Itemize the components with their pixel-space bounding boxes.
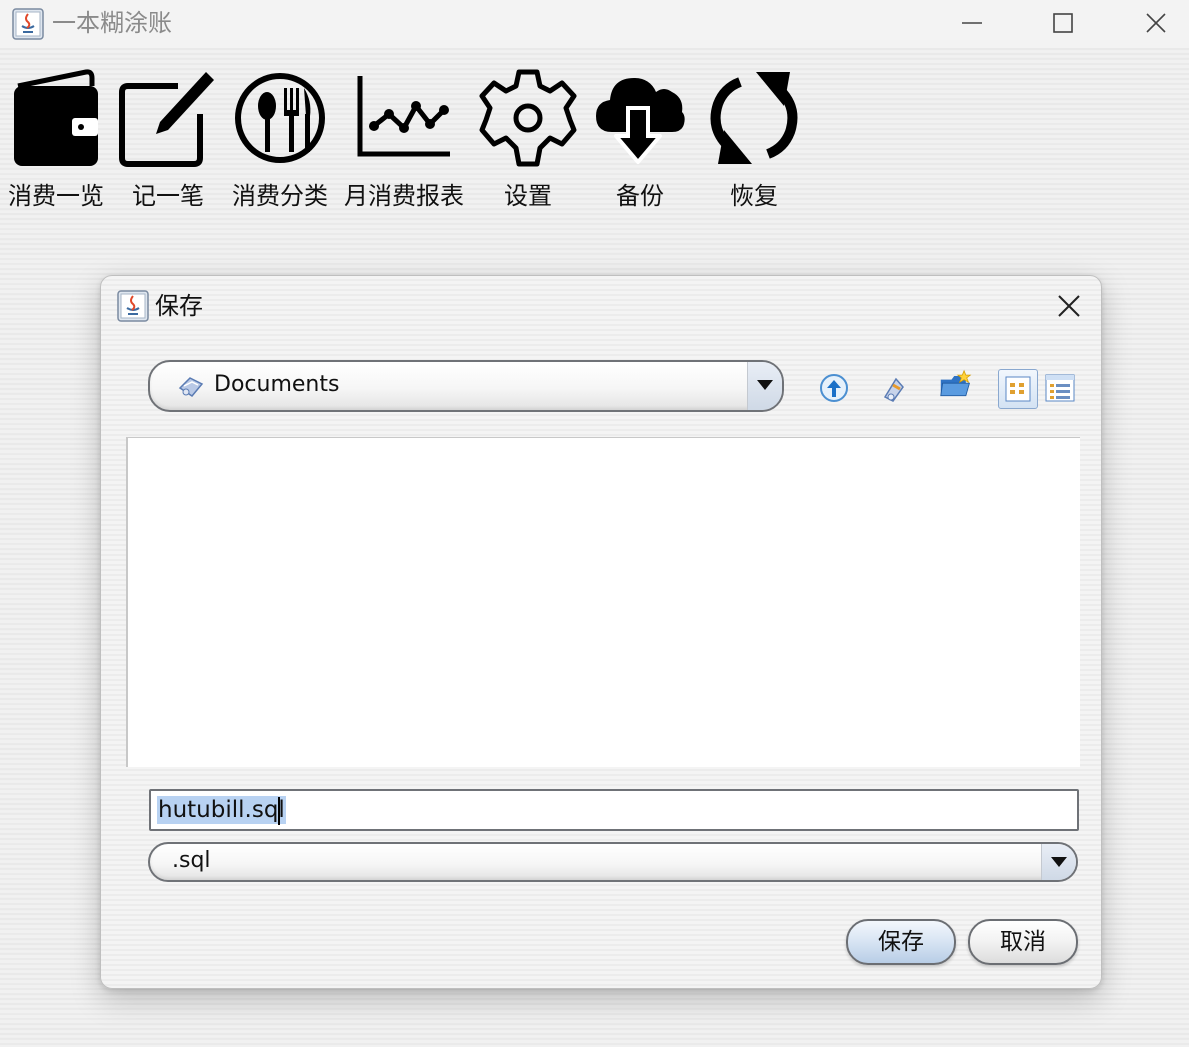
title-bar: 一本糊涂账 xyxy=(0,0,1189,48)
maximize-icon xyxy=(1053,13,1073,33)
line-chart-icon xyxy=(357,76,450,157)
look-in-combo[interactable]: Documents xyxy=(148,360,784,412)
toolbar-monthly-report-button[interactable]: 月消费报表 xyxy=(342,66,466,216)
gear-icon xyxy=(479,69,577,167)
toolbar-label: 消费分类 xyxy=(232,182,328,210)
file-type-dropdown-arrow[interactable] xyxy=(1041,844,1076,880)
edit-icon xyxy=(119,72,214,167)
close-window-button[interactable] xyxy=(1116,0,1189,46)
dialog-title: 保存 xyxy=(155,292,203,320)
java-app-icon xyxy=(12,8,44,40)
toolbar-category-button[interactable]: 消费分类 xyxy=(230,66,330,216)
minimize-icon xyxy=(962,22,982,24)
chevron-down-icon xyxy=(757,380,773,390)
file-list[interactable] xyxy=(126,437,1080,767)
toolbar-backup-button[interactable]: 备份 xyxy=(590,66,690,216)
java-app-icon xyxy=(117,290,149,322)
toolbar-label: 月消费报表 xyxy=(344,182,464,210)
details-view-icon[interactable] xyxy=(1043,371,1077,405)
list-view-icon xyxy=(1005,376,1031,402)
cloud-download-icon xyxy=(596,78,685,164)
wallet-icon xyxy=(14,69,98,166)
dialog-close-button[interactable] xyxy=(1051,288,1087,324)
file-type-combo[interactable]: .sql xyxy=(148,842,1078,882)
text-caret xyxy=(278,797,280,825)
toolbar-label: 恢复 xyxy=(730,182,778,210)
toolbar-overview-button[interactable]: 消费一览 xyxy=(6,66,106,216)
list-view-button[interactable] xyxy=(998,369,1038,409)
toolbar-settings-button[interactable]: 设置 xyxy=(478,66,578,216)
toolbar-label: 备份 xyxy=(616,182,664,210)
minimize-button[interactable] xyxy=(932,0,1012,46)
cancel-button[interactable]: 取消 xyxy=(968,919,1078,965)
filename-input[interactable]: hutubill.sql xyxy=(149,789,1079,831)
home-icon[interactable] xyxy=(879,371,913,405)
close-icon xyxy=(1058,295,1080,317)
close-icon xyxy=(1146,13,1166,33)
toolbar-label: 消费一览 xyxy=(8,182,104,210)
look-in-dropdown-arrow[interactable] xyxy=(747,362,782,410)
toolbar-add-record-button[interactable]: 记一笔 xyxy=(118,66,218,216)
file-type-value: .sql xyxy=(172,848,211,873)
look-in-value: Documents xyxy=(214,372,340,397)
toolbar-restore-button[interactable]: 恢复 xyxy=(702,66,806,216)
window-title: 一本糊涂账 xyxy=(52,9,172,37)
maximize-button[interactable] xyxy=(1023,0,1103,46)
refresh-icon xyxy=(710,72,798,164)
new-folder-icon[interactable] xyxy=(939,368,973,402)
up-one-level-icon[interactable] xyxy=(817,371,851,405)
dining-icon xyxy=(235,73,325,163)
chevron-down-icon xyxy=(1051,857,1067,867)
save-dialog: 保存 Documents hutubill.sql .sql 保存 取消 xyxy=(100,275,1102,989)
save-button[interactable]: 保存 xyxy=(846,919,956,965)
toolbar-label: 记一笔 xyxy=(132,182,204,210)
filename-value: hutubill.sql xyxy=(157,796,286,824)
toolbar-label: 设置 xyxy=(504,182,552,210)
documents-folder-icon xyxy=(178,377,204,397)
